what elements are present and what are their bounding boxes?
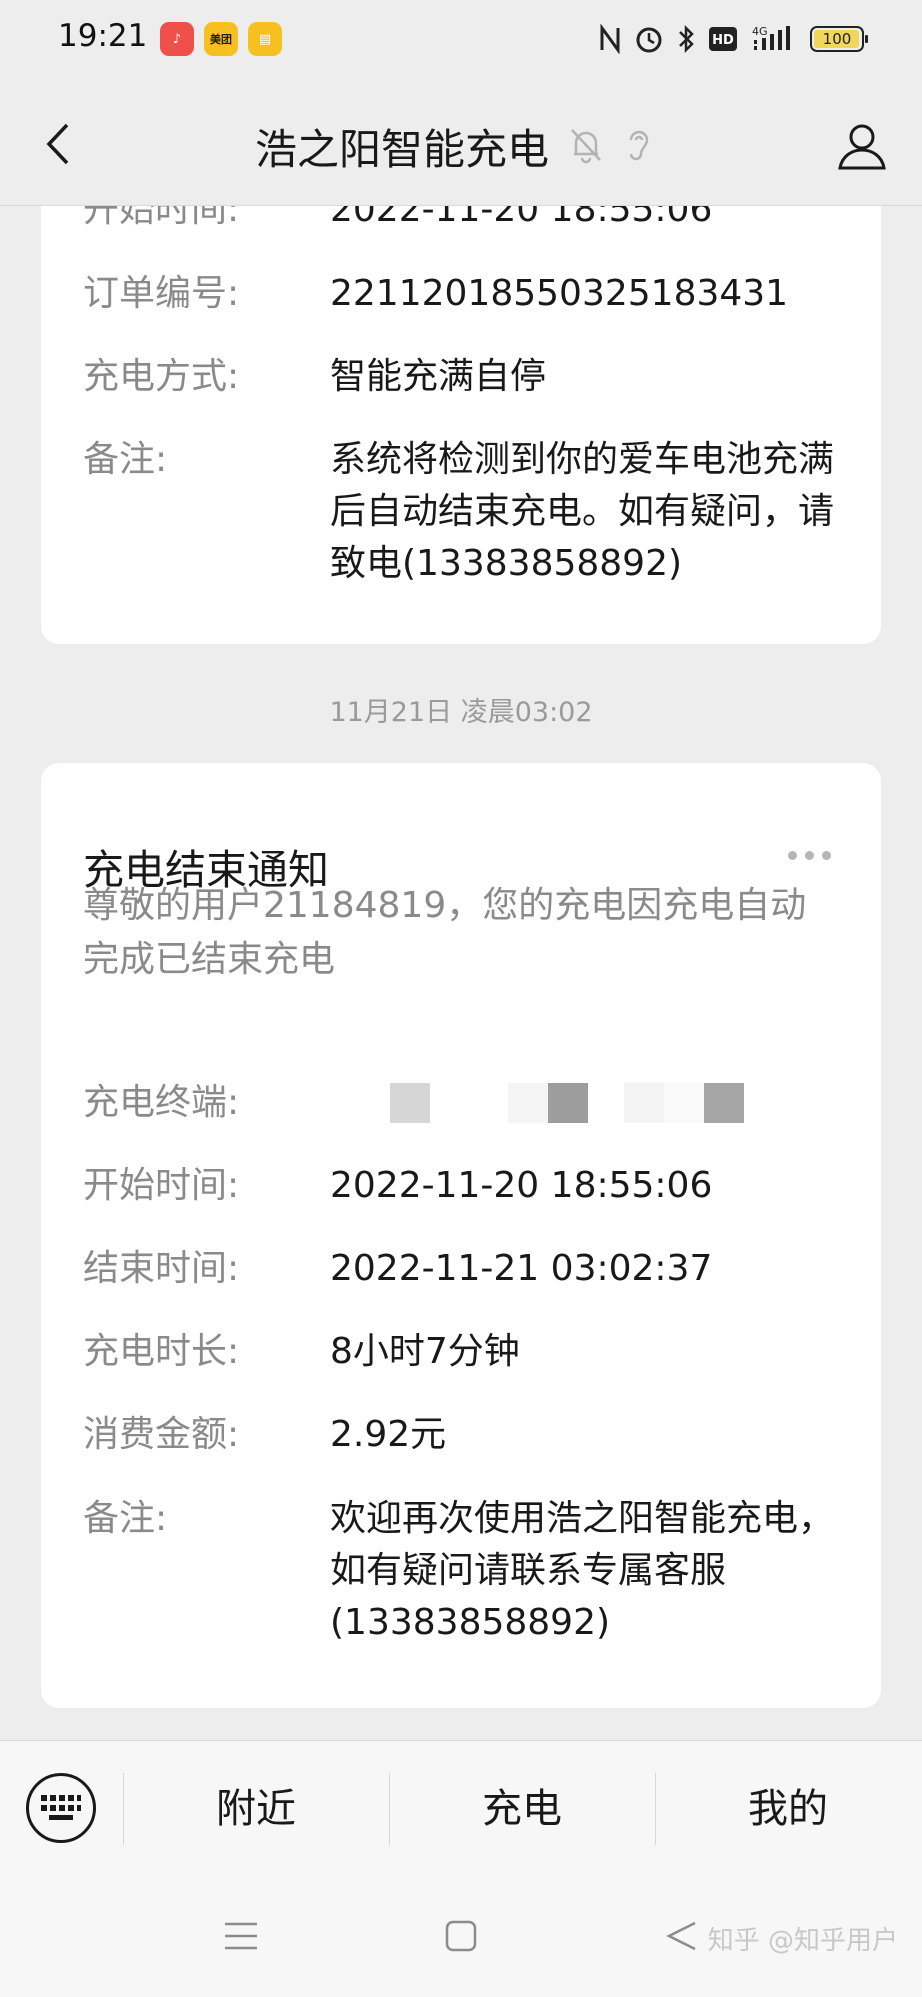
svg-text:HD: HD: [712, 33, 734, 48]
bluetooth-icon: [676, 22, 696, 56]
row-label: 消费金额:: [83, 1414, 240, 1455]
title-group: 浩之阳智能充电: [255, 116, 653, 177]
row-label: 开始时间:: [83, 1165, 240, 1206]
earpiece-icon: [623, 126, 653, 168]
info-row: 充电方式: 智能充满自停: [83, 351, 839, 403]
hd-icon: HD: [708, 22, 738, 56]
meituan-app-icon: 美团: [204, 22, 238, 56]
alarm-icon: [634, 22, 664, 56]
info-row: 备注: 欢迎再次使用浩之阳智能充电，如有疑问请联系专属客服(1338385889…: [83, 1493, 839, 1649]
chat-header: 浩之阳智能充电: [0, 84, 922, 206]
battery-level: 100: [822, 30, 852, 48]
previous-message-card: 开始时间: 2022-11-20 18:55:06 订单编号: 22112018…: [41, 206, 881, 644]
more-options-button[interactable]: [788, 851, 831, 860]
menu-item-nearby[interactable]: 附近: [123, 1777, 389, 1841]
menu-lines-icon: [225, 1922, 257, 1950]
profile-button[interactable]: [830, 114, 894, 178]
menu-item-charge[interactable]: 充电: [389, 1777, 655, 1841]
keyboard-toggle-button[interactable]: [26, 1773, 96, 1843]
row-value: 8小时7分钟: [330, 1331, 520, 1372]
row-value: 2022-11-21 03:02:37: [330, 1248, 713, 1289]
status-icons: HD 4G 100: [598, 22, 868, 56]
info-row: 消费金额: 2.92元: [83, 1409, 839, 1461]
system-navigation-bar: 知乎 @知乎用户: [0, 1872, 922, 1997]
redacted-terminal-value: [330, 1077, 839, 1129]
status-bar: 19:21 ♪ 美团 ▤ HD 4G 100: [0, 0, 922, 84]
home-button[interactable]: [439, 1914, 483, 1958]
row-value: 2022-11-20 18:55:06: [330, 206, 713, 230]
info-row: 备注: 系统将检测到你的爱车电池充满后自动结束充电。如有疑问，请致电(13383…: [83, 434, 839, 590]
home-square-icon: [445, 1920, 477, 1952]
keyboard-icon: [41, 1795, 81, 1820]
row-value: 22112018550325183431: [330, 273, 789, 314]
row-label: 结束时间:: [83, 1248, 240, 1289]
recent-apps-button[interactable]: [219, 1914, 263, 1958]
row-value: 2022-11-20 18:55:06: [330, 1165, 713, 1206]
info-row: 充电终端:: [83, 1077, 839, 1129]
info-row: 订单编号: 22112018550325183431: [83, 268, 839, 320]
back-triangle-icon: [666, 1921, 696, 1951]
row-label: 充电终端:: [83, 1082, 240, 1123]
info-row: 开始时间: 2022-11-20 18:55:06: [83, 206, 839, 236]
row-label: 充电时长:: [83, 1331, 240, 1372]
status-time: 19:21: [58, 18, 148, 54]
menu-item-mine[interactable]: 我的: [655, 1777, 921, 1841]
official-account-menu: 附近 充电 我的: [0, 1740, 922, 1872]
page-title: 浩之阳智能充电: [255, 125, 550, 174]
info-row: 充电时长: 8小时7分钟: [83, 1326, 839, 1378]
row-label: 备注:: [83, 439, 168, 480]
row-label: 开始时间:: [83, 206, 240, 230]
back-button[interactable]: [28, 114, 88, 174]
nfc-icon: [598, 22, 622, 56]
info-row: 结束时间: 2022-11-21 03:02:37: [83, 1243, 839, 1295]
row-label: 备注:: [83, 1498, 168, 1539]
signal-4g-icon: 4G: [750, 22, 798, 56]
system-back-button[interactable]: [660, 1914, 704, 1958]
row-label: 订单编号:: [83, 273, 240, 314]
row-value: 智能充满自停: [330, 356, 547, 397]
row-value: 欢迎再次使用浩之阳智能充电，如有疑问请联系专属客服(13383858892): [330, 1498, 835, 1643]
message-timestamp: 11月21日 凌晨03:02: [329, 697, 593, 728]
row-value: 系统将检测到你的爱车电池充满后自动结束充电。如有疑问，请致电(133838588…: [330, 439, 835, 584]
music-app-icon: ♪: [160, 22, 194, 56]
battery-icon: 100: [810, 26, 868, 52]
card-description: 尊敬的用户21184819，您的充电因充电自动完成已结束充电: [83, 885, 807, 980]
message-list[interactable]: 开始时间: 2022-11-20 18:55:06 订单编号: 22112018…: [0, 206, 922, 1740]
watermark: 知乎 @知乎用户: [707, 1926, 898, 1956]
notes-app-icon: ▤: [248, 22, 282, 56]
notification-card[interactable]: 充电结束通知 尊敬的用户21184819，您的充电因充电自动完成已结束充电 充电…: [41, 763, 881, 1708]
svg-text:4G: 4G: [752, 25, 768, 38]
row-value: 2.92元: [330, 1414, 447, 1455]
info-row: 开始时间: 2022-11-20 18:55:06: [83, 1160, 839, 1212]
mute-bell-icon: [569, 126, 603, 168]
row-label: 充电方式:: [83, 356, 240, 397]
